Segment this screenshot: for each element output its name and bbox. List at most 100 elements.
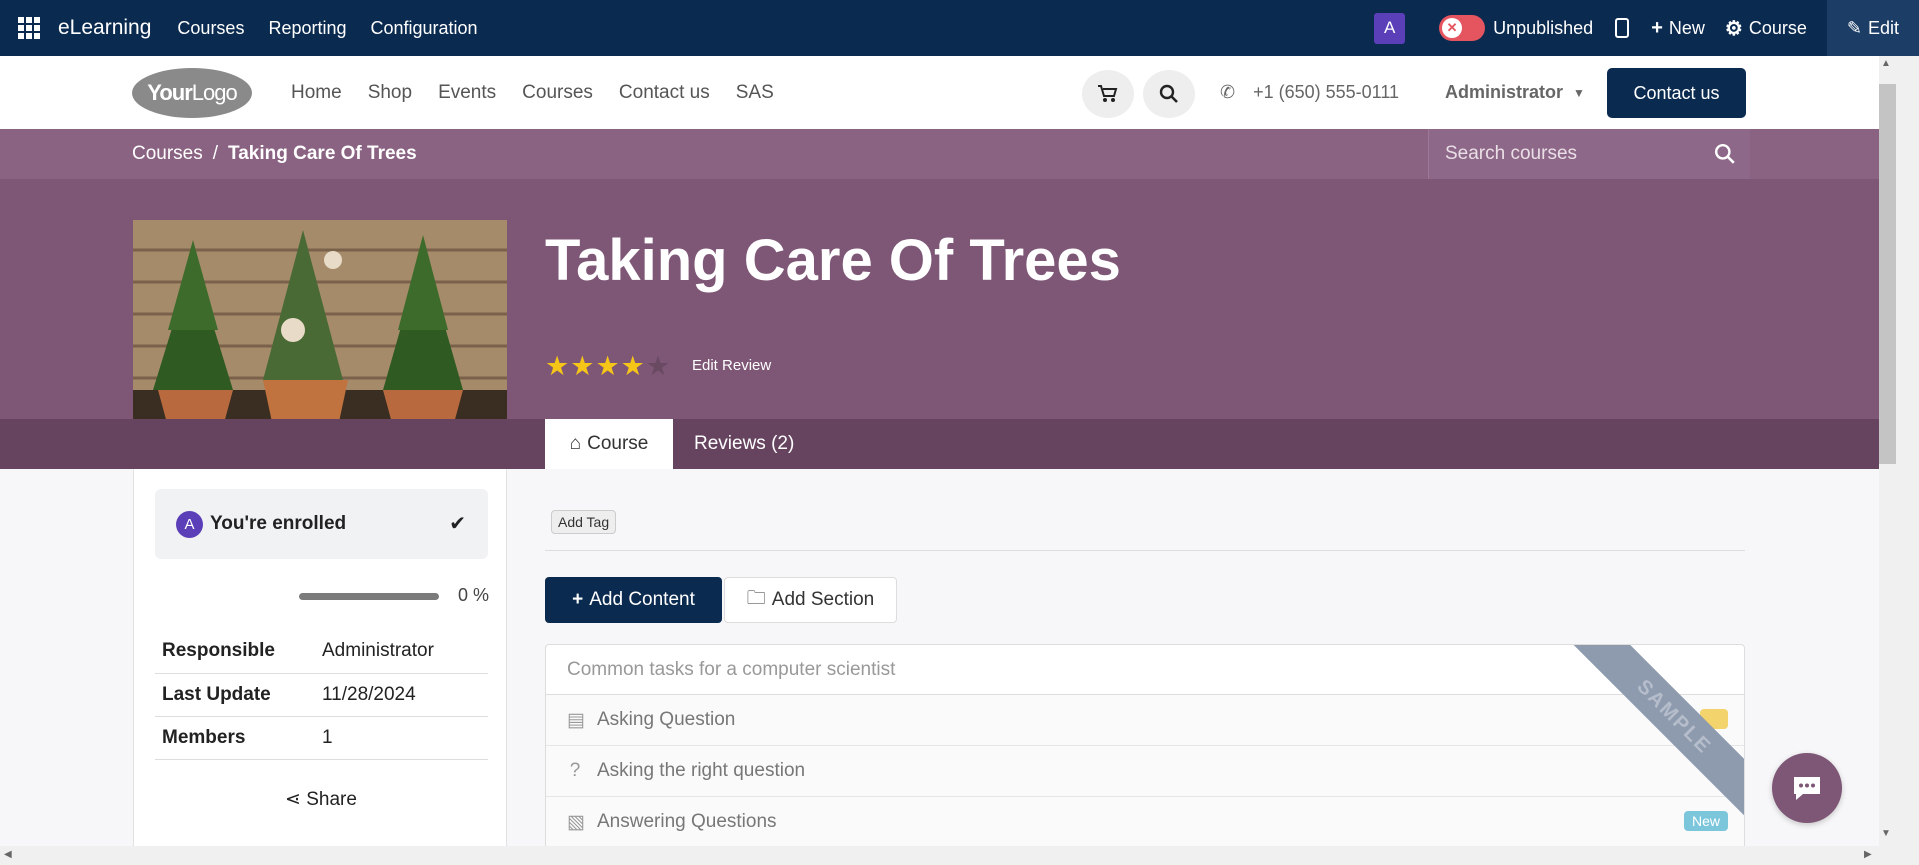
course-hero: Courses / Taking Care Of Trees Taking Ca…: [0, 129, 1879, 469]
star-icon: ★: [620, 351, 645, 381]
horizontal-scrollbar[interactable]: ◀ ▶: [0, 846, 1879, 865]
search-icon: [1159, 84, 1178, 103]
cart-icon: [1098, 85, 1118, 102]
check-icon: ✔: [449, 513, 466, 535]
menu-reporting[interactable]: Reporting: [268, 18, 346, 39]
publish-toggle[interactable]: ✕: [1439, 15, 1486, 41]
scroll-left-icon[interactable]: ◀: [4, 849, 12, 860]
avatar: A: [176, 510, 203, 538]
publish-status-label[interactable]: Unpublished: [1493, 18, 1593, 39]
scroll-thumb[interactable]: [1879, 84, 1896, 464]
info-value: 1: [315, 716, 488, 760]
nav-contact-us[interactable]: Contact us: [619, 82, 710, 104]
edit-button-label: Edit: [1867, 17, 1899, 38]
list-item[interactable]: ▤ Asking Question: [546, 695, 1744, 746]
info-key: Responsible: [155, 630, 315, 674]
section-title[interactable]: Common tasks for a computer scientist: [546, 645, 1744, 695]
gear-icon: ⚙: [1724, 17, 1743, 40]
app-brand[interactable]: eLearning: [58, 16, 151, 40]
pencil-icon: ✎: [1846, 17, 1862, 38]
progress-bar: [299, 593, 439, 600]
scroll-down-icon[interactable]: ▼: [1881, 828, 1891, 839]
list-item[interactable]: ? Asking the right question: [546, 746, 1744, 797]
breadcrumb-courses[interactable]: Courses: [132, 143, 203, 165]
search-button[interactable]: [1143, 70, 1195, 118]
vertical-scrollbar[interactable]: ▲ ▼: [1879, 56, 1919, 865]
plus-icon: +: [1651, 16, 1663, 39]
close-icon: ✕: [1442, 18, 1463, 38]
apps-grid-icon[interactable]: [0, 0, 58, 56]
table-row: Responsible Administrator: [155, 630, 488, 674]
plus-icon: +: [572, 589, 584, 610]
document-icon: ▤: [567, 709, 585, 731]
main-nav: Home Shop Events Courses Contact us SAS: [291, 56, 800, 129]
tab-course-label: Course: [587, 433, 649, 454]
add-content-label: Add Content: [589, 589, 695, 610]
new-button-label: New: [1668, 17, 1705, 38]
add-content-button[interactable]: + Add Content: [545, 577, 722, 623]
new-button[interactable]: + New: [1651, 17, 1705, 40]
search-input[interactable]: [1445, 143, 1715, 165]
site-logo[interactable]: Your Logo: [132, 68, 252, 118]
add-tag-button[interactable]: Add Tag: [551, 510, 617, 534]
enrolled-label: You're enrolled: [210, 513, 347, 534]
logo-text-bold: Your: [147, 80, 192, 105]
breadcrumb-current: Taking Care Of Trees: [228, 143, 417, 164]
course-rating: ★ ★ ★ ★ ★: [545, 351, 671, 382]
site-header: Your Logo Home Shop Events Courses Contac…: [0, 56, 1879, 129]
edit-review-link[interactable]: Edit Review: [692, 357, 771, 374]
tab-course[interactable]: ⌂ Course: [545, 419, 673, 469]
nav-sas[interactable]: SAS: [736, 82, 774, 104]
logo-text-light: Logo: [191, 80, 238, 105]
course-settings-button[interactable]: ⚙ Course: [1725, 16, 1807, 41]
star-icon: ★: [570, 351, 595, 381]
info-value: Administrator: [315, 630, 488, 674]
menu-courses[interactable]: Courses: [177, 18, 244, 39]
edit-button[interactable]: ✎ Edit: [1826, 0, 1919, 56]
breadcrumb-bar: Courses / Taking Care Of Trees: [0, 129, 1879, 179]
tab-reviews[interactable]: Reviews (2): [694, 419, 794, 469]
table-row: Last Update 11/28/2024: [155, 673, 488, 717]
table-row: Members 1: [155, 716, 488, 760]
phone-number: +1 (650) 555-0111: [1253, 82, 1400, 102]
search-icon[interactable]: [1714, 143, 1736, 165]
phone-link[interactable]: ✆ +1 (650) 555-0111: [1220, 56, 1399, 129]
admin-bar: eLearning Courses Reporting Configuratio…: [0, 0, 1919, 56]
breadcrumb-separator: /: [212, 143, 219, 164]
question-icon: ?: [569, 760, 581, 781]
live-chat-button[interactable]: [1772, 753, 1842, 823]
star-icon: ★: [545, 351, 570, 381]
course-section: Common tasks for a computer scientist ▤ …: [545, 644, 1745, 865]
scroll-right-icon[interactable]: ▶: [1864, 849, 1872, 860]
new-badge: New: [1683, 811, 1728, 831]
star-empty-icon: ★: [645, 351, 671, 381]
caret-down-icon: ▼: [1573, 85, 1585, 100]
course-title: Taking Care Of Trees: [545, 228, 1121, 293]
contact-us-button[interactable]: Contact us: [1607, 68, 1746, 118]
progress-percent: 0 %: [458, 585, 490, 605]
nav-home[interactable]: Home: [291, 82, 342, 104]
info-key: Last Update: [155, 673, 315, 717]
share-label: Share: [306, 789, 357, 810]
list-item[interactable]: ▧ Answering Questions New: [546, 797, 1744, 848]
lesson-title: Asking Question: [597, 709, 736, 730]
course-tabs: ⌂ Course Reviews (2): [0, 419, 1879, 469]
menu-configuration[interactable]: Configuration: [371, 18, 478, 39]
scroll-up-icon[interactable]: ▲: [1881, 58, 1891, 69]
course-settings-label: Course: [1748, 17, 1807, 38]
mobile-preview-icon[interactable]: [1615, 18, 1630, 38]
share-button[interactable]: ⋖ Share: [134, 788, 508, 811]
nav-shop[interactable]: Shop: [368, 82, 412, 104]
user-dropdown[interactable]: Administrator ▼: [1445, 56, 1585, 129]
nav-courses[interactable]: Courses: [522, 82, 593, 104]
share-icon: ⋖: [285, 789, 301, 810]
add-section-button[interactable]: 🗀 Add Section: [724, 577, 897, 623]
user-avatar[interactable]: A: [1374, 12, 1406, 44]
course-info-table: Responsible Administrator Last Update 11…: [155, 630, 488, 760]
nav-events[interactable]: Events: [438, 82, 496, 104]
cart-button[interactable]: [1082, 70, 1134, 118]
pdf-icon: ▧: [567, 811, 585, 833]
chat-icon: [1794, 777, 1820, 800]
home-icon: ⌂: [569, 433, 582, 454]
course-sidebar: A You're enrolled ✔ 0 % Responsible Admi…: [133, 469, 507, 849]
